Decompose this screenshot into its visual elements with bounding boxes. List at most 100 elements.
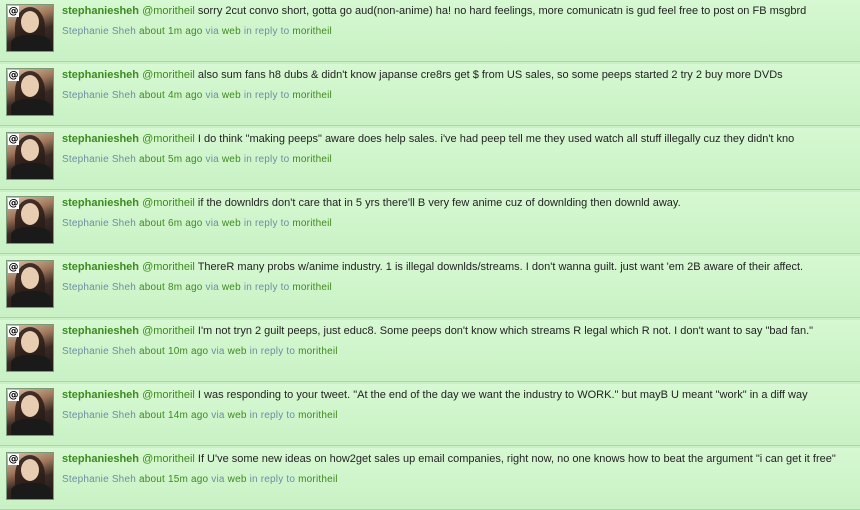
user-avatar[interactable]: @ (6, 452, 54, 500)
user-avatar[interactable]: @ (6, 388, 54, 436)
mention-badge-icon: @ (8, 6, 19, 17)
tweet-meta: Stephanie Sheh about 6m ago via web in r… (62, 218, 332, 229)
source-link[interactable]: web (222, 90, 241, 101)
avatar-shirt-shape (11, 163, 51, 179)
tweet-item: @ stephaniesheh @moritheil If U've some … (0, 448, 860, 510)
avatar-face-shape (21, 267, 39, 289)
avatar-face-shape (21, 139, 39, 161)
mention-badge-icon: @ (8, 134, 19, 145)
reply-to-link[interactable]: moritheil (292, 218, 332, 229)
reply-prefix: in reply to (243, 90, 290, 101)
reply-to-link[interactable]: moritheil (292, 282, 332, 293)
avatar-face-shape (21, 395, 39, 417)
screen-name-link[interactable]: stephaniesheh (62, 325, 139, 337)
tweet-content: stephaniesheh @moritheil if the downldrs… (62, 197, 854, 209)
tweet-text: I do think "making peeps" aware does hel… (197, 133, 795, 145)
via-label: via (205, 90, 219, 101)
screen-name-link[interactable]: stephaniesheh (62, 69, 139, 81)
timestamp-link[interactable]: about 4m ago (139, 90, 203, 101)
screen-name-link[interactable]: stephaniesheh (62, 5, 139, 17)
tweet-text: I was responding to your tweet. "At the … (197, 389, 808, 401)
avatar-face-shape (21, 11, 39, 33)
avatar-shirt-shape (11, 227, 51, 243)
tweet-meta: Stephanie Sheh about 5m ago via web in r… (62, 154, 332, 165)
reply-to-link[interactable]: moritheil (292, 90, 332, 101)
tweet-meta: Stephanie Sheh about 1m ago via web in r… (62, 26, 332, 37)
reply-to-link[interactable]: moritheil (298, 410, 338, 421)
via-label: via (205, 154, 219, 165)
source-link[interactable]: web (228, 410, 247, 421)
mention-link[interactable]: @moritheil (142, 5, 195, 17)
source-link[interactable]: web (222, 26, 241, 37)
mention-link[interactable]: @moritheil (142, 261, 195, 273)
screen-name-link[interactable]: stephaniesheh (62, 261, 139, 273)
avatar-face-shape (21, 75, 39, 97)
mention-link[interactable]: @moritheil (142, 69, 195, 81)
timestamp-link[interactable]: about 6m ago (139, 218, 203, 229)
reply-to-link[interactable]: moritheil (298, 346, 338, 357)
reply-to-link[interactable]: moritheil (298, 474, 338, 485)
mention-badge-icon: @ (8, 198, 19, 209)
real-name: Stephanie Sheh (62, 410, 136, 421)
user-avatar[interactable]: @ (6, 196, 54, 244)
avatar-face-shape (21, 459, 39, 481)
reply-prefix: in reply to (243, 218, 290, 229)
screen-name-link[interactable]: stephaniesheh (62, 389, 139, 401)
tweet-item: @ stephaniesheh @moritheil ThereR many p… (0, 256, 860, 318)
user-avatar[interactable]: @ (6, 4, 54, 52)
timestamp-link[interactable]: about 14m ago (139, 410, 208, 421)
mention-link[interactable]: @moritheil (142, 453, 195, 465)
tweet-text: If U've some new ideas on how2get sales … (197, 453, 836, 465)
tweet-meta: Stephanie Sheh about 10m ago via web in … (62, 346, 338, 357)
timestamp-link[interactable]: about 5m ago (139, 154, 203, 165)
source-link[interactable]: web (228, 474, 247, 485)
screen-name-link[interactable]: stephaniesheh (62, 453, 139, 465)
tweet-text: ThereR many probs w/anime industry. 1 is… (197, 261, 804, 273)
tweet-item: @ stephaniesheh @moritheil sorry 2cut co… (0, 0, 860, 62)
via-label: via (205, 282, 219, 293)
tweet-timeline: @ stephaniesheh @moritheil sorry 2cut co… (0, 0, 860, 510)
mention-link[interactable]: @moritheil (142, 389, 195, 401)
source-link[interactable]: web (222, 154, 241, 165)
real-name: Stephanie Sheh (62, 26, 136, 37)
source-link[interactable]: web (228, 346, 247, 357)
timestamp-link[interactable]: about 8m ago (139, 282, 203, 293)
tweet-meta: Stephanie Sheh about 8m ago via web in r… (62, 282, 332, 293)
real-name: Stephanie Sheh (62, 90, 136, 101)
tweet-content: stephaniesheh @moritheil If U've some ne… (62, 453, 854, 465)
mention-link[interactable]: @moritheil (142, 325, 195, 337)
mention-link[interactable]: @moritheil (142, 133, 195, 145)
screen-name-link[interactable]: stephaniesheh (62, 197, 139, 209)
avatar-shirt-shape (11, 483, 51, 499)
reply-prefix: in reply to (249, 474, 296, 485)
source-link[interactable]: web (222, 282, 241, 293)
tweet-content: stephaniesheh @moritheil I do think "mak… (62, 133, 854, 145)
tweet-item: @ stephaniesheh @moritheil also sum fans… (0, 64, 860, 126)
mention-badge-icon: @ (8, 454, 19, 465)
tweet-text: also sum fans h8 dubs & didn't know japa… (197, 69, 783, 81)
user-avatar[interactable]: @ (6, 324, 54, 372)
avatar-shirt-shape (11, 35, 51, 51)
tweet-content: stephaniesheh @moritheil sorry 2cut conv… (62, 5, 854, 17)
timestamp-link[interactable]: about 15m ago (139, 474, 208, 485)
reply-to-link[interactable]: moritheil (292, 26, 332, 37)
tweet-item: @ stephaniesheh @moritheil I do think "m… (0, 128, 860, 190)
tweet-content: stephaniesheh @moritheil I'm not tryn 2 … (62, 325, 854, 337)
timestamp-link[interactable]: about 1m ago (139, 26, 203, 37)
user-avatar[interactable]: @ (6, 260, 54, 308)
timestamp-link[interactable]: about 10m ago (139, 346, 208, 357)
reply-prefix: in reply to (249, 346, 296, 357)
tweet-text: if the downldrs don't care that in 5 yrs… (197, 197, 681, 209)
mention-badge-icon: @ (8, 70, 19, 81)
user-avatar[interactable]: @ (6, 132, 54, 180)
user-avatar[interactable]: @ (6, 68, 54, 116)
screen-name-link[interactable]: stephaniesheh (62, 133, 139, 145)
real-name: Stephanie Sheh (62, 474, 136, 485)
reply-to-link[interactable]: moritheil (292, 154, 332, 165)
reply-prefix: in reply to (243, 282, 290, 293)
mention-link[interactable]: @moritheil (142, 197, 195, 209)
avatar-shirt-shape (11, 99, 51, 115)
avatar-face-shape (21, 203, 39, 225)
tweet-content: stephaniesheh @moritheil also sum fans h… (62, 69, 854, 81)
source-link[interactable]: web (222, 218, 241, 229)
